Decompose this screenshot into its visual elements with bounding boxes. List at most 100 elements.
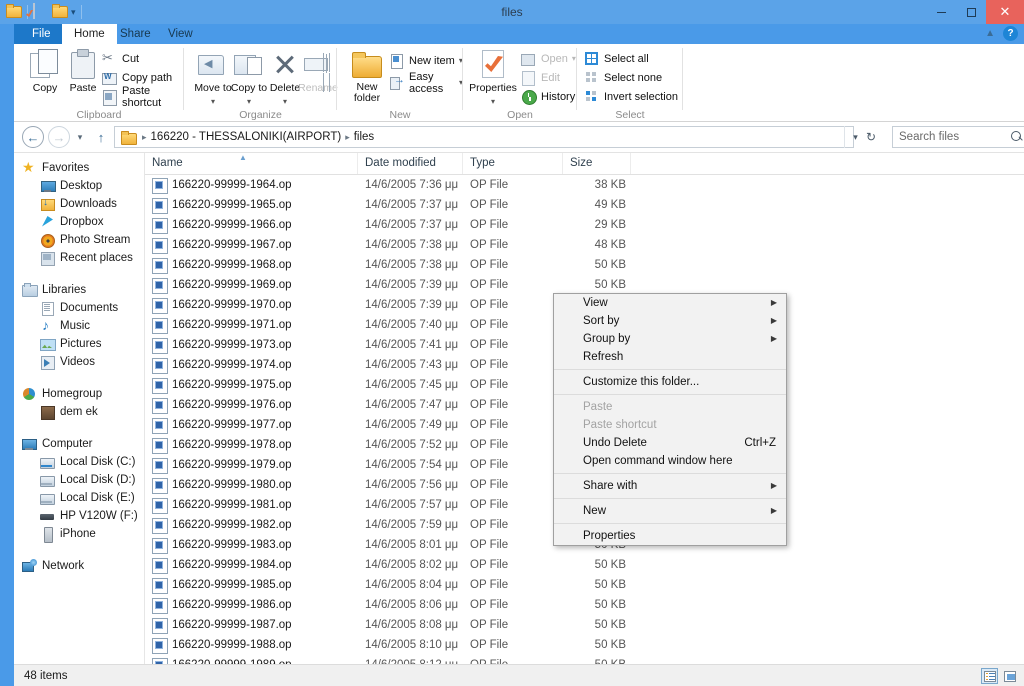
file-name-cell[interactable]: 166220-99999-1970.op — [152, 295, 292, 315]
sidebar-item-libraries[interactable]: Libraries — [14, 281, 144, 299]
sidebar-item-network[interactable]: Network — [14, 557, 144, 575]
large-icons-view-button[interactable] — [1001, 668, 1018, 684]
table-row[interactable]: 166220-99999-1965.op 14/6/2005 7:37 μμ OP … — [145, 195, 1024, 215]
tab-view[interactable]: View — [156, 24, 205, 44]
file-name-cell[interactable]: 166220-99999-1980.op — [152, 475, 292, 495]
recent-locations-button[interactable]: ▾ — [72, 126, 88, 148]
properties-button[interactable]: Properties ▾ — [467, 48, 519, 108]
sidebar-item-hp-v120w[interactable]: HP V120W (F:) — [14, 507, 144, 525]
sidebar-item-dem-ek[interactable]: dem ek — [14, 403, 144, 421]
file-name-cell[interactable]: 166220-99999-1979.op — [152, 455, 292, 475]
sidebar-item-dropbox[interactable]: Dropbox — [14, 213, 144, 231]
file-name-cell[interactable]: 166220-99999-1967.op — [152, 235, 292, 255]
chevron-up-icon[interactable]: ▲ — [985, 28, 995, 39]
file-name-cell[interactable]: 166220-99999-1985.op — [152, 575, 292, 595]
context-menu-item-share-with[interactable]: Share with ▶ — [554, 477, 786, 495]
table-row[interactable]: 166220-99999-1986.op 14/6/2005 8:06 μμ OP … — [145, 595, 1024, 615]
paste-shortcut-button[interactable]: Paste shortcut — [102, 85, 184, 109]
sidebar-item-local-disk-d[interactable]: Local Disk (D:) — [14, 471, 144, 489]
column-header-date-modified[interactable]: Date modified — [358, 153, 463, 174]
context-menu-item-properties[interactable]: Properties — [554, 527, 786, 545]
refresh-button[interactable]: ↻ — [860, 126, 882, 148]
context-menu-item-refresh[interactable]: Refresh — [554, 348, 786, 366]
sidebar-item-favorites[interactable]: Favorites — [14, 159, 144, 177]
sidebar-item-local-disk-c[interactable]: Local Disk (C:) — [14, 453, 144, 471]
file-name-cell[interactable]: 166220-99999-1975.op — [152, 375, 292, 395]
close-button[interactable]: ✕ — [986, 0, 1024, 24]
context-menu-item-paste: Paste — [554, 398, 786, 416]
sidebar-item-videos[interactable]: Videos — [14, 353, 144, 371]
invert-selection-button[interactable]: Invert selection — [584, 87, 678, 106]
table-row[interactable]: 166220-99999-1968.op 14/6/2005 7:38 μμ OP … — [145, 255, 1024, 275]
tab-share[interactable]: Share — [108, 24, 163, 44]
file-name-cell[interactable]: 166220-99999-1984.op — [152, 555, 292, 575]
maximize-button[interactable] — [956, 0, 986, 24]
table-row[interactable]: 166220-99999-1966.op 14/6/2005 7:37 μμ OP … — [145, 215, 1024, 235]
column-header-size[interactable]: Size — [563, 153, 631, 174]
new-folder-button[interactable]: New folder — [345, 48, 389, 104]
select-all-button[interactable]: Select all — [584, 49, 649, 68]
context-menu-item-group-by[interactable]: Group by ▶ — [554, 330, 786, 348]
sidebar-item-pictures[interactable]: Pictures — [14, 335, 144, 353]
file-name-cell[interactable]: 166220-99999-1976.op — [152, 395, 292, 415]
file-name-cell[interactable]: 166220-99999-1977.op — [152, 415, 292, 435]
file-name-cell[interactable]: 166220-99999-1988.op — [152, 635, 292, 655]
file-name-cell[interactable]: 166220-99999-1974.op — [152, 355, 292, 375]
tab-file[interactable]: File — [14, 24, 69, 44]
column-header-name[interactable]: Name — [145, 153, 358, 174]
context-menu-item-new[interactable]: New ▶ — [554, 502, 786, 520]
file-name-cell[interactable]: 166220-99999-1986.op — [152, 595, 292, 615]
file-name-cell[interactable]: 166220-99999-1983.op — [152, 535, 292, 555]
context-menu-item-customize-this-folder[interactable]: Customize this folder... — [554, 373, 786, 391]
history-button[interactable]: History — [521, 87, 575, 106]
up-button[interactable]: ↑ — [90, 126, 112, 148]
table-row[interactable]: 166220-99999-1964.op 14/6/2005 7:36 μμ OP … — [145, 175, 1024, 195]
table-row[interactable]: 166220-99999-1988.op 14/6/2005 8:10 μμ OP … — [145, 635, 1024, 655]
file-name-cell[interactable]: 166220-99999-1965.op — [152, 195, 292, 215]
table-row[interactable]: 166220-99999-1985.op 14/6/2005 8:04 μμ OP … — [145, 575, 1024, 595]
file-name-cell[interactable]: 166220-99999-1978.op — [152, 435, 292, 455]
file-name-cell[interactable]: 166220-99999-1971.op — [152, 315, 292, 335]
file-name-cell[interactable]: 166220-99999-1981.op — [152, 495, 292, 515]
file-name-cell[interactable]: 166220-99999-1966.op — [152, 215, 292, 235]
table-row[interactable]: 166220-99999-1984.op 14/6/2005 8:02 μμ OP … — [145, 555, 1024, 575]
file-name-cell[interactable]: 166220-99999-1973.op — [152, 335, 292, 355]
sidebar-item-computer[interactable]: Computer — [14, 435, 144, 453]
sidebar-item-music[interactable]: Music — [14, 317, 144, 335]
details-view-button[interactable] — [981, 668, 998, 684]
minimize-button[interactable] — [926, 0, 956, 24]
easy-access-button[interactable]: Easy access ▾ — [389, 71, 463, 95]
select-none-button[interactable]: Select none — [584, 68, 662, 87]
sidebar-item-homegroup[interactable]: Homegroup — [14, 385, 144, 403]
breadcrumb-item-1[interactable]: files — [354, 131, 374, 143]
context-menu-item-sort-by[interactable]: Sort by ▶ — [554, 312, 786, 330]
sidebar-item-documents[interactable]: Documents — [14, 299, 144, 317]
new-item-button[interactable]: New item ▾ — [389, 51, 463, 70]
search-input[interactable] — [899, 131, 1011, 143]
sidebar-item-downloads[interactable]: Downloads — [14, 195, 144, 213]
context-menu-item-open-command-window-here[interactable]: Open command window here — [554, 452, 786, 470]
column-header-type[interactable]: Type — [463, 153, 563, 174]
file-name-cell[interactable]: 166220-99999-1964.op — [152, 175, 292, 195]
context-menu-item-view[interactable]: View ▶ — [554, 294, 786, 312]
file-name-cell[interactable]: 166220-99999-1982.op — [152, 515, 292, 535]
table-row[interactable]: 166220-99999-1987.op 14/6/2005 8:08 μμ OP … — [145, 615, 1024, 635]
sidebar-item-photo-stream[interactable]: Photo Stream — [14, 231, 144, 249]
sidebar-item-local-disk-e[interactable]: Local Disk (E:) — [14, 489, 144, 507]
file-name-cell[interactable]: 166220-99999-1987.op — [152, 615, 292, 635]
search-box[interactable] — [892, 126, 1024, 148]
table-row[interactable]: 166220-99999-1967.op 14/6/2005 7:38 μμ OP … — [145, 235, 1024, 255]
sidebar-item-desktop[interactable]: Desktop — [14, 177, 144, 195]
sidebar-item-iphone[interactable]: iPhone — [14, 525, 144, 543]
help-icon[interactable]: ? — [1003, 26, 1018, 41]
file-name-cell[interactable]: 166220-99999-1968.op — [152, 255, 292, 275]
breadcrumb-item-0[interactable]: 166220 - THESSALONIKI(AIRPORT) — [151, 131, 342, 143]
file-name-cell[interactable]: 166220-99999-1969.op — [152, 275, 292, 295]
paste-button[interactable]: Paste — [60, 48, 106, 94]
context-menu-item-undo-delete[interactable]: Undo Delete Ctrl+Z — [554, 434, 786, 452]
sidebar-item-recent-places[interactable]: Recent places — [14, 249, 144, 267]
breadcrumb[interactable]: ▸ 166220 - THESSALONIKI(AIRPORT) ▸ files — [114, 126, 854, 148]
cut-button[interactable]: Cut — [102, 49, 139, 68]
table-row[interactable]: 166220-99999-1969.op 14/6/2005 7:39 μμ OP … — [145, 275, 1024, 295]
back-button[interactable]: ← — [22, 126, 44, 148]
